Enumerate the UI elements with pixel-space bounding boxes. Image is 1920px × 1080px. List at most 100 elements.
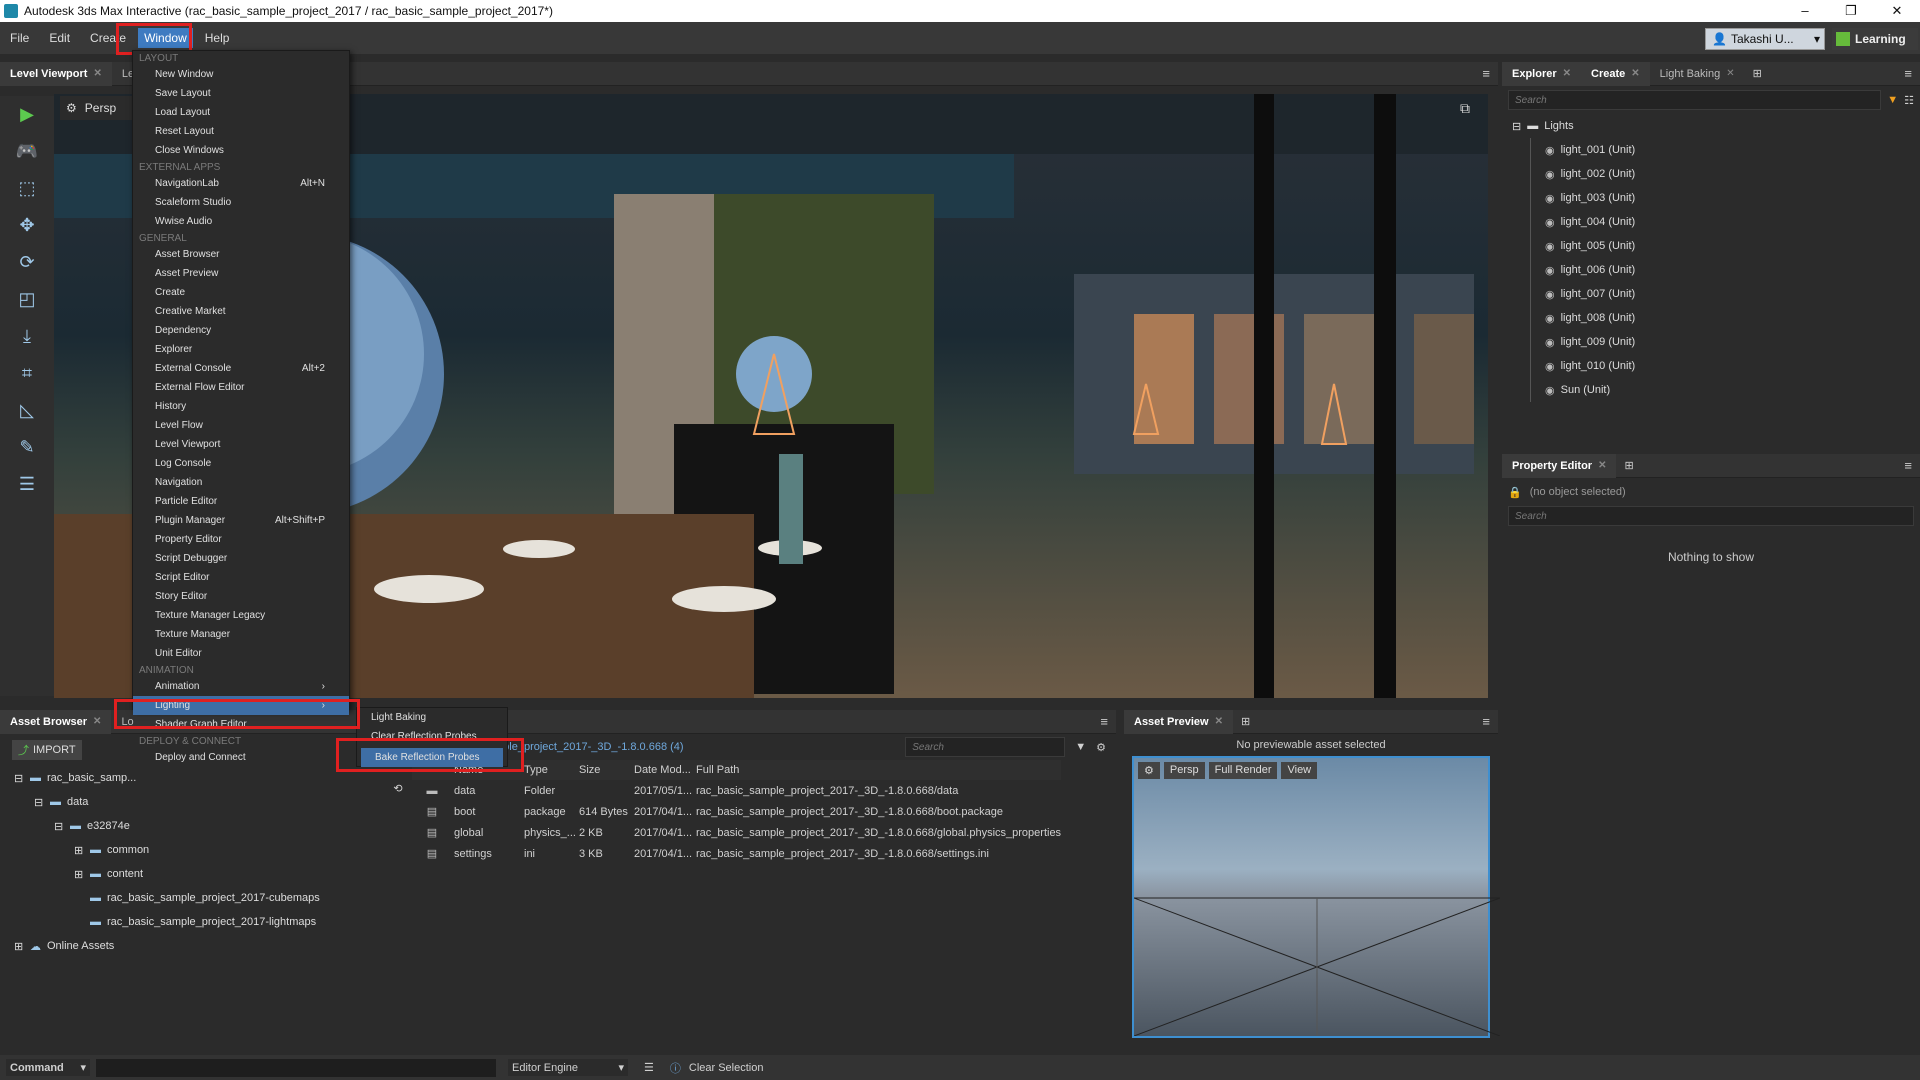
- close-icon[interactable]: ✕: [1631, 68, 1639, 79]
- menu-item[interactable]: Story Editor: [133, 587, 349, 606]
- refresh-folder-icon[interactable]: ⟲: [393, 783, 402, 795]
- menu-item-deploy-and-connect[interactable]: Deploy and Connect: [133, 748, 349, 767]
- menu-item[interactable]: Asset Preview: [133, 264, 349, 283]
- menu-item[interactable]: Level Viewport: [133, 435, 349, 454]
- tab-create[interactable]: Create ✕: [1581, 61, 1650, 86]
- close-icon[interactable]: ✕: [1215, 716, 1223, 727]
- import-button[interactable]: ⤴ IMPORT: [12, 740, 82, 760]
- menu-item[interactable]: Dependency: [133, 321, 349, 340]
- expand-icon[interactable]: ⊟: [54, 820, 70, 833]
- hamburger-menu-icon[interactable]: ≡: [1100, 714, 1108, 729]
- menu-item[interactable]: Particle Editor: [133, 492, 349, 511]
- menu-item[interactable]: Level Flow: [133, 416, 349, 435]
- tree-node-lights[interactable]: ⊟ ▬ Lights: [1512, 114, 1920, 138]
- tab-property-editor[interactable]: Property Editor ✕: [1502, 453, 1617, 478]
- menu-item[interactable]: Texture Manager Legacy: [133, 606, 349, 625]
- add-tab-icon[interactable]: ⊞: [1753, 67, 1762, 80]
- tab-light-baking[interactable]: Light Baking ✕: [1650, 62, 1745, 86]
- table-row[interactable]: ▬ data Folder 2017/05/1... rac_basic_sample_…: [412, 780, 1061, 801]
- column-header[interactable]: Size: [577, 760, 632, 780]
- folder-path[interactable]: ...ple_project_2017-_3D_-1.8.0.668 (4): [494, 741, 895, 753]
- list-icon[interactable]: ☰: [644, 1061, 654, 1074]
- tree-item[interactable]: ◉ light_008 (Unit): [1545, 306, 1920, 330]
- snap-tool-icon[interactable]: ⌗: [0, 355, 54, 392]
- column-header[interactable]: Type: [522, 760, 577, 780]
- filter-icon[interactable]: ▼: [1075, 741, 1086, 753]
- column-header[interactable]: Date Mod...: [632, 760, 694, 780]
- menu-file[interactable]: File: [0, 31, 39, 45]
- tree-item[interactable]: ◉ Sun (Unit): [1545, 378, 1920, 402]
- gamepad-icon[interactable]: 🎮: [0, 133, 54, 170]
- menu-item[interactable]: Texture Manager: [133, 625, 349, 644]
- hamburger-menu-icon[interactable]: ≡: [1482, 714, 1490, 729]
- tree-item[interactable]: ⊞ ▬ content: [14, 862, 380, 886]
- explorer-search-input[interactable]: Search: [1508, 90, 1882, 110]
- menu-item[interactable]: Load Layout: [133, 103, 349, 122]
- menu-item[interactable]: Creative Market: [133, 302, 349, 321]
- close-icon[interactable]: ✕: [93, 68, 101, 79]
- file-search-input[interactable]: Search: [905, 737, 1066, 757]
- hamburger-menu-icon[interactable]: ≡: [1904, 458, 1912, 473]
- tree-item[interactable]: ◉ light_004 (Unit): [1545, 210, 1920, 234]
- expand-icon[interactable]: ⊞: [74, 844, 90, 857]
- close-icon[interactable]: ✕: [1598, 460, 1606, 471]
- menu-item[interactable]: Create: [133, 283, 349, 302]
- lock-icon[interactable]: 🔒: [1508, 486, 1522, 499]
- tab-level-viewport[interactable]: Level Viewport ✕: [0, 61, 112, 86]
- tree-item[interactable]: ⊞ ▬ common: [14, 838, 380, 862]
- tree-item[interactable]: ◉ light_002 (Unit): [1545, 162, 1920, 186]
- command-input[interactable]: [96, 1058, 496, 1077]
- filter-icon[interactable]: ▼: [1887, 94, 1898, 106]
- tree-item[interactable]: ◉ light_001 (Unit): [1545, 138, 1920, 162]
- layers-tool-icon[interactable]: ☰: [0, 466, 54, 503]
- close-icon[interactable]: ✕: [93, 716, 101, 727]
- collapse-icon[interactable]: ⊟: [1512, 120, 1521, 133]
- menu-item[interactable]: Navigation: [133, 473, 349, 492]
- menu-item[interactable]: NavigationLab Alt+N: [133, 174, 349, 193]
- expand-icon[interactable]: ⊞: [74, 868, 90, 881]
- gear-icon[interactable]: ⚙: [1096, 741, 1106, 754]
- menu-item[interactable]: Wwise Audio: [133, 212, 349, 231]
- place-tool-icon[interactable]: ⤓: [0, 318, 54, 355]
- close-button[interactable]: ✕: [1874, 3, 1920, 19]
- tree-item[interactable]: ◉ light_007 (Unit): [1545, 282, 1920, 306]
- maximize-button[interactable]: ❐: [1828, 3, 1874, 19]
- menu-item[interactable]: Unit Editor: [133, 644, 349, 663]
- tab-asset-browser[interactable]: Asset Browser ✕: [0, 709, 112, 734]
- menu-item[interactable]: Animation ›: [133, 677, 349, 696]
- close-icon[interactable]: ✕: [1563, 68, 1571, 79]
- column-header[interactable]: Full Path: [694, 760, 1061, 780]
- engine-dropdown[interactable]: Editor Engine ▾: [508, 1059, 628, 1076]
- scale-tool-icon[interactable]: ◰: [0, 281, 54, 318]
- tree-item[interactable]: ▬ rac_basic_sample_project_2017-lightmaps: [14, 910, 380, 934]
- add-tab-icon[interactable]: ⊞: [1241, 715, 1250, 728]
- menu-item-light-baking[interactable]: Light Baking: [357, 708, 507, 727]
- menu-item[interactable]: Save Layout: [133, 84, 349, 103]
- tree-item[interactable]: ▬ rac_basic_sample_project_2017-cubemaps: [14, 886, 380, 910]
- property-search-input[interactable]: Search: [1508, 506, 1914, 526]
- menu-item[interactable]: Asset Browser: [133, 245, 349, 264]
- menu-item[interactable]: External Flow Editor: [133, 378, 349, 397]
- table-row[interactable]: ▤ global physics_... 2 KB 2017/04/1... rac_ba…: [412, 822, 1061, 843]
- rotate-tool-icon[interactable]: ⟳: [0, 244, 54, 281]
- tree-options-icon[interactable]: ☷: [1904, 94, 1914, 107]
- tree-item[interactable]: ⊞ ☁ Online Assets: [14, 934, 380, 958]
- minimize-button[interactable]: –: [1782, 3, 1828, 19]
- menu-item[interactable]: Script Editor: [133, 568, 349, 587]
- maximize-viewport-icon[interactable]: ⧉: [1460, 100, 1470, 117]
- table-row[interactable]: ▤ boot package 614 Bytes 2017/04/1... rac_bas…: [412, 801, 1061, 822]
- menu-item[interactable]: Reset Layout: [133, 122, 349, 141]
- menu-item[interactable]: Script Debugger: [133, 549, 349, 568]
- expand-icon[interactable]: ⊞: [14, 940, 30, 953]
- tree-item[interactable]: ⊟ ▬ data: [14, 790, 380, 814]
- menu-edit[interactable]: Edit: [39, 31, 80, 45]
- hamburger-menu-icon[interactable]: ≡: [1482, 66, 1490, 81]
- menu-item[interactable]: Close Windows: [133, 141, 349, 160]
- tree-item[interactable]: ◉ light_006 (Unit): [1545, 258, 1920, 282]
- tree-item[interactable]: ◉ light_003 (Unit): [1545, 186, 1920, 210]
- paint-tool-icon[interactable]: ✎: [0, 429, 54, 466]
- menu-item[interactable]: Log Console: [133, 454, 349, 473]
- menu-item[interactable]: Plugin Manager Alt+Shift+P: [133, 511, 349, 530]
- tree-item[interactable]: ◉ light_010 (Unit): [1545, 354, 1920, 378]
- tree-item[interactable]: ◉ light_009 (Unit): [1545, 330, 1920, 354]
